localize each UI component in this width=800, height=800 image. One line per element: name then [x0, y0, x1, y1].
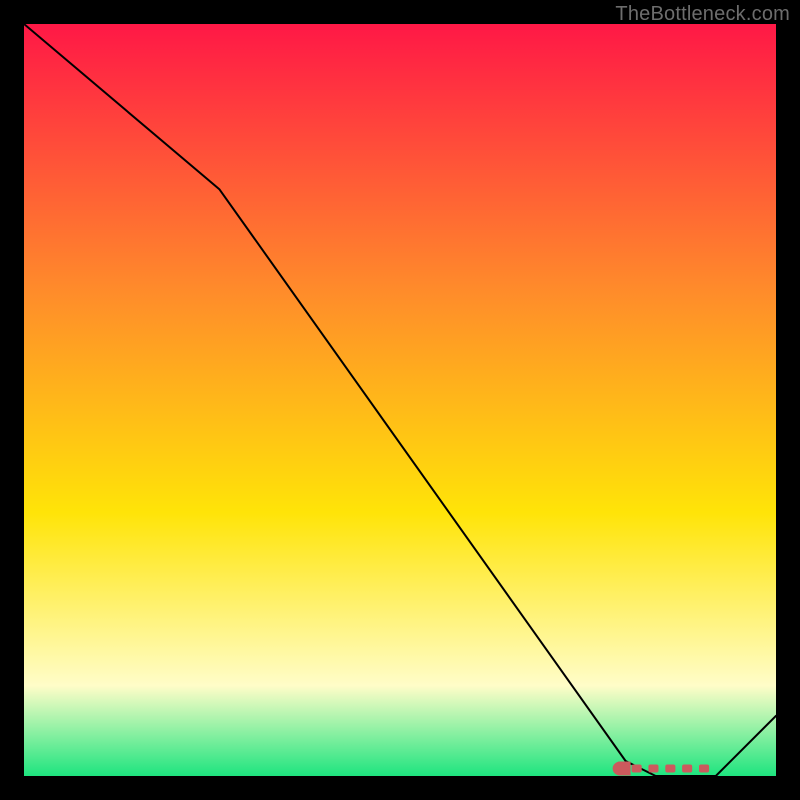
watermark-text: TheBottleneck.com: [615, 3, 790, 26]
chart-svg: [24, 24, 776, 776]
gradient-background: [24, 24, 776, 776]
plot-area: [24, 24, 776, 776]
chart-container: TheBottleneck.com: [0, 0, 800, 800]
